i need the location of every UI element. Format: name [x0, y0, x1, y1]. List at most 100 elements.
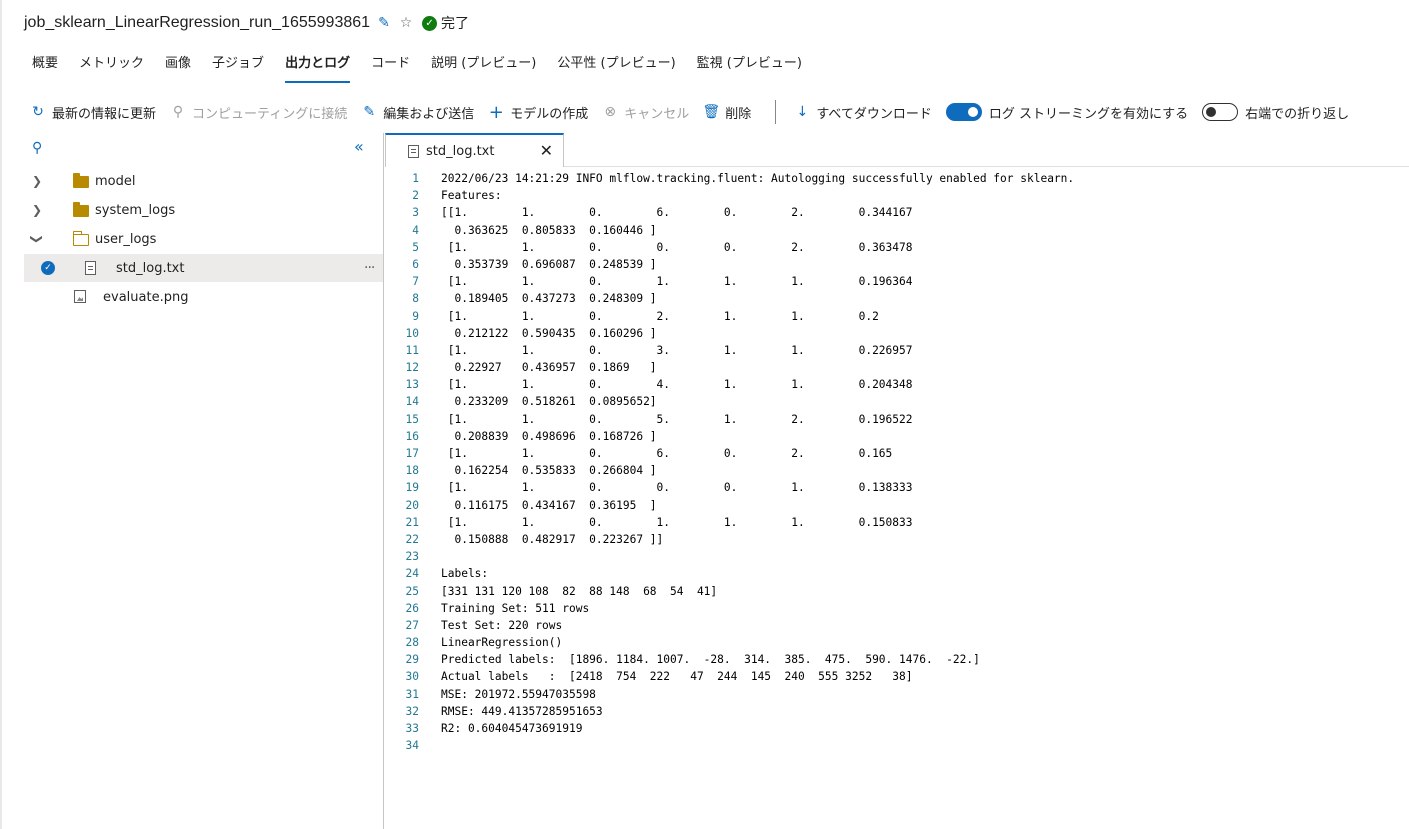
line-text: Test Set: 220 rows: [441, 618, 563, 632]
line-number: 1: [412, 172, 419, 185]
log-line: 22 0.150888 0.482917 0.223267 ]]: [384, 531, 1409, 548]
line-number: 27: [405, 618, 419, 632]
log-streaming-switch[interactable]: [945, 103, 982, 121]
line-text: 0.353739 0.696087 0.248539 ]: [441, 257, 657, 271]
chevron-down-icon[interactable]: ❯: [30, 234, 44, 244]
tab-metrics[interactable]: メトリック: [79, 53, 144, 83]
check-circle-icon[interactable]: ✓: [41, 261, 55, 275]
connect-compute-button[interactable]: ⚲ コンピューティングに接続: [170, 103, 347, 122]
line-text: [1. 1. 0. 0. 0. 2. 0.363478: [441, 240, 913, 254]
line-text: [1. 1. 0. 6. 0. 2. 0.165: [441, 447, 893, 460]
tab-child-jobs[interactable]: 子ジョブ: [212, 53, 264, 83]
log-line: 1 2022/06/23 14:21:29 INFO mlflow.trackin…: [384, 170, 1409, 187]
cancel-circle-icon: ⊗: [604, 104, 617, 120]
refresh-label: 最新の情報に更新: [52, 106, 157, 122]
line-text: [1. 1. 0. 4. 1. 1. 0.204348: [441, 378, 913, 392]
edit-submit-button[interactable]: ✎ 編集および送信: [361, 103, 474, 122]
download-all-button[interactable]: ↓ すべてダウンロード: [794, 103, 931, 122]
tree-item-user-logs[interactable]: ❯ user_logs: [24, 225, 383, 253]
line-number: 17: [405, 447, 419, 460]
line-text: 0.116175 0.434167 0.36195 ]: [441, 498, 657, 512]
tree-item-evaluate-png[interactable]: evaluate.png: [24, 283, 383, 311]
line-text: LinearRegression(): [441, 636, 563, 650]
line-number: 4: [412, 223, 419, 237]
log-line: 24 Labels:: [384, 565, 1409, 582]
log-line: 33 R2: 0.604045473691919: [384, 720, 1409, 737]
tree-item-label: model: [95, 173, 136, 189]
tree-item-std-log[interactable]: ✓ std_log.txt ···: [24, 254, 383, 282]
log-viewer[interactable]: 1 2022/06/23 14:21:29 INFO mlflow.trackin…: [384, 170, 1409, 754]
folder-icon: [73, 173, 89, 188]
tab-explanations[interactable]: 説明 (プレビュー): [431, 53, 536, 83]
log-line: 9 [1. 1. 0. 2. 1. 1. 0.2: [384, 308, 1409, 325]
log-line: 34: [384, 737, 1409, 754]
collapse-panel-icon[interactable]: «: [354, 137, 364, 156]
line-text: 0.233209 0.518261 0.0895652]: [441, 395, 657, 409]
chevron-right-icon[interactable]: ❯: [32, 174, 42, 188]
delete-button[interactable]: 🗑 削除: [702, 103, 751, 122]
cancel-label: キャンセル: [624, 106, 690, 122]
more-options-icon[interactable]: ···: [364, 260, 375, 276]
log-line: 30 Actual labels : [2418 754 222 47 244 1…: [384, 668, 1409, 685]
log-line: 13 [1. 1. 0. 4. 1. 1. 0.204348: [384, 376, 1409, 393]
line-text: 2022/06/23 14:21:29 INFO mlflow.tracking…: [441, 172, 1075, 185]
line-number: 23: [405, 550, 419, 564]
refresh-icon: ↻: [32, 104, 44, 120]
log-line: 27 Test Set: 220 rows: [384, 617, 1409, 634]
editor-tab-std-log[interactable]: std_log.txt ✕: [385, 133, 564, 167]
log-line: 28 LinearRegression(): [384, 634, 1409, 651]
tab-code[interactable]: コード: [371, 53, 410, 83]
tree-item-system-logs[interactable]: ❯ system_logs: [24, 196, 383, 224]
tab-fairness[interactable]: 公平性 (プレビュー): [557, 53, 675, 83]
line-number: 9: [412, 309, 419, 323]
line-text: Predicted labels: [1896. 1184. 1007. -28…: [441, 653, 980, 667]
line-number: 3: [412, 206, 419, 220]
line-text: 0.150888 0.482917 0.223267 ]]: [441, 532, 664, 546]
edit-submit-label: 編集および送信: [383, 106, 475, 122]
line-text: [[1. 1. 0. 6. 0. 2. 0.344167: [441, 206, 913, 220]
line-number: 18: [405, 464, 419, 478]
line-number: 6: [412, 257, 419, 271]
job-title-row: job_sklearn_LinearRegression_run_1655993…: [24, 12, 469, 34]
tree-item-model[interactable]: ❯ model: [24, 167, 383, 195]
line-number: 25: [405, 584, 419, 598]
line-text: 0.363625 0.805833 0.160446 ]: [441, 223, 657, 237]
line-text: 0.212122 0.590435 0.160296 ]: [441, 326, 657, 340]
folder-open-icon: [73, 231, 89, 246]
cancel-button[interactable]: ⊗ キャンセル: [602, 103, 689, 122]
log-line: 7 [1. 1. 0. 1. 1. 1. 0.196364: [384, 273, 1409, 290]
tab-images[interactable]: 画像: [165, 53, 191, 83]
close-icon[interactable]: ✕: [540, 141, 553, 160]
pencil-icon[interactable]: ✎: [376, 15, 392, 31]
line-number: 14: [405, 395, 419, 409]
log-line: 8 0.189405 0.437273 0.248309 ]: [384, 290, 1409, 307]
line-text: [1. 1. 0. 5. 1. 2. 0.196522: [441, 412, 913, 426]
pencil-icon: ✎: [363, 104, 376, 120]
create-model-button[interactable]: + モデルの作成: [488, 102, 589, 123]
log-line: 26 Training Set: 511 rows: [384, 600, 1409, 617]
line-number: 29: [405, 653, 419, 667]
word-wrap-toggle[interactable]: 右端での折り返し: [1202, 103, 1349, 122]
search-icon[interactable]: ⚲: [32, 140, 48, 156]
line-text: 0.162254 0.535833 0.266804 ]: [441, 464, 657, 478]
log-line: 19 [1. 1. 0. 0. 0. 1. 0.138333: [384, 479, 1409, 496]
tab-monitoring[interactable]: 監視 (プレビュー): [697, 53, 802, 83]
line-number: 22: [405, 532, 419, 546]
line-text: Features:: [441, 189, 502, 203]
line-number: 26: [405, 601, 419, 615]
log-line: 16 0.208839 0.498696 0.168726 ]: [384, 428, 1409, 445]
word-wrap-switch[interactable]: [1202, 103, 1239, 121]
log-line: 6 0.353739 0.696087 0.248539 ]: [384, 256, 1409, 273]
line-number: 2: [412, 189, 419, 203]
tab-outputs-logs[interactable]: 出力とログ: [285, 53, 351, 83]
editor-tab-label: std_log.txt: [426, 143, 495, 159]
log-streaming-toggle[interactable]: ログ ストリーミングを有効にする: [945, 103, 1188, 122]
tab-overview[interactable]: 概要: [32, 53, 58, 83]
line-number: 31: [405, 687, 419, 701]
line-number: 33: [405, 722, 419, 735]
line-text: 0.189405 0.437273 0.248309 ]: [441, 292, 657, 306]
refresh-button[interactable]: ↻ 最新の情報に更新: [30, 103, 156, 122]
line-number: 24: [405, 567, 419, 581]
chevron-right-icon[interactable]: ❯: [32, 203, 42, 217]
star-icon[interactable]: ☆: [398, 15, 414, 31]
